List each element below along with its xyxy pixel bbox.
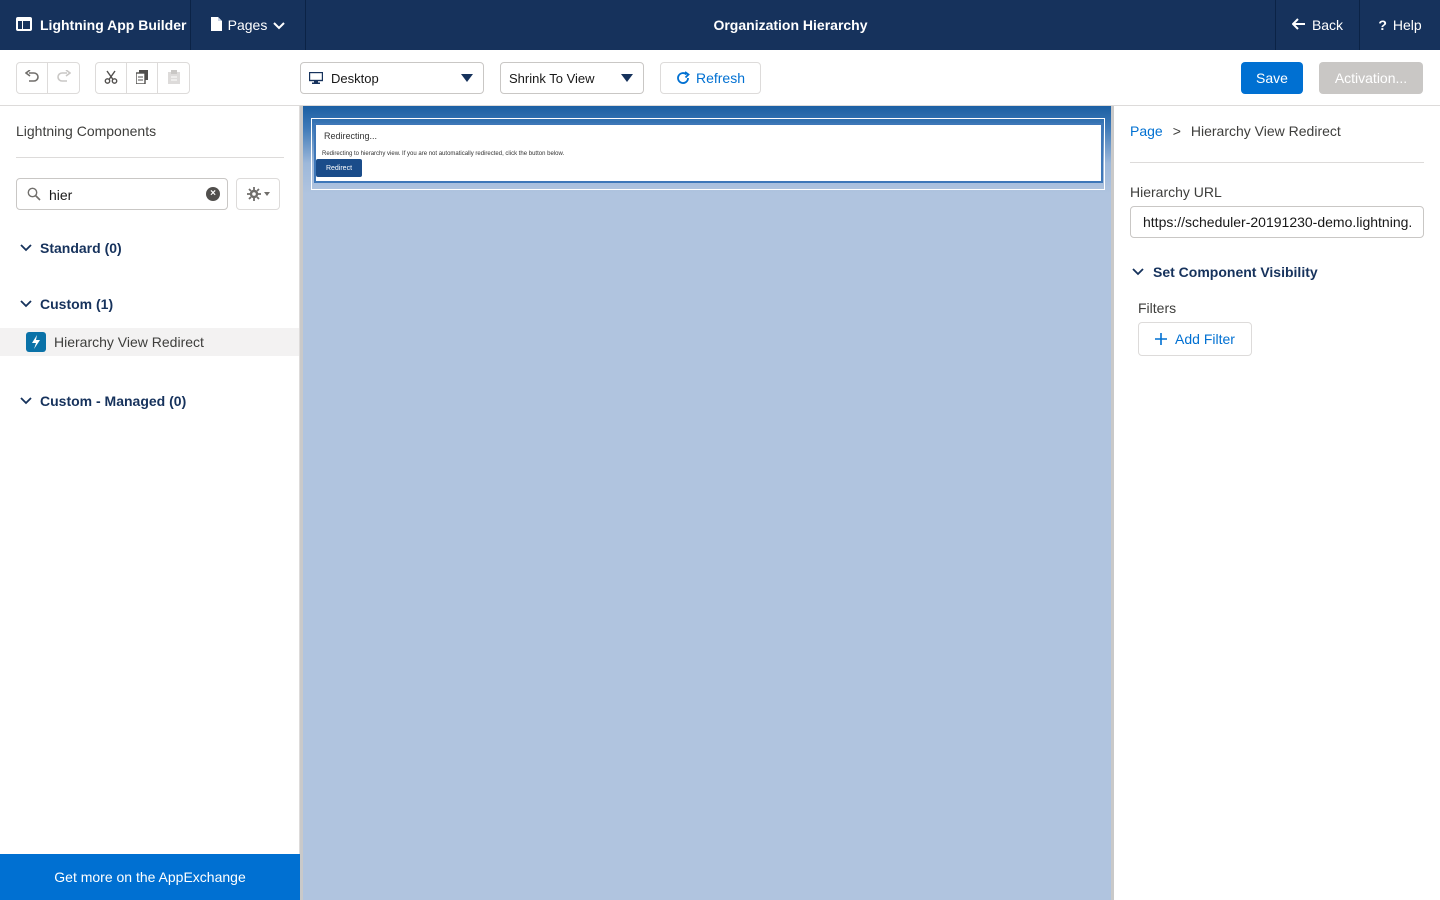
components-panel: Lightning Components hier × Standard (0)…: [0, 106, 300, 900]
page-icon: [210, 16, 222, 34]
canvas-component-hierarchy-redirect[interactable]: Redirecting... Redirecting to hierarchy …: [314, 123, 1103, 183]
hierarchy-url-input[interactable]: [1130, 206, 1424, 238]
desktop-icon: [309, 72, 323, 84]
component-hierarchy-view-redirect[interactable]: Hierarchy View Redirect: [0, 328, 299, 356]
redirect-button[interactable]: Redirect: [316, 159, 362, 177]
builder-toolbar: Desktop Shrink To View Refresh Save Acti…: [0, 50, 1440, 106]
chevron-down-icon: [20, 300, 32, 308]
paste-button[interactable]: [158, 63, 189, 93]
question-icon: ?: [1378, 17, 1387, 33]
search-value: hier: [49, 187, 73, 203]
refresh-icon: [676, 71, 690, 85]
component-settings-button[interactable]: [236, 178, 280, 210]
back-button[interactable]: Back: [1275, 0, 1359, 50]
plus-icon: [1155, 333, 1168, 345]
lightning-bolt-icon: [26, 332, 46, 352]
breadcrumb-page-link[interactable]: Page: [1130, 123, 1163, 139]
copy-button[interactable]: [127, 63, 158, 93]
undo-redo-group: [16, 62, 80, 94]
page-title: Organization Hierarchy: [713, 17, 868, 33]
properties-panel: Page > Hierarchy View Redirect Hierarchy…: [1114, 106, 1440, 900]
breadcrumb-separator: >: [1172, 123, 1181, 139]
undo-button[interactable]: [17, 63, 48, 93]
global-header: Lightning App Builder Pages Organization…: [0, 0, 1440, 50]
view-mode-select[interactable]: Shrink To View: [500, 62, 644, 94]
divider: [1130, 162, 1424, 163]
app-name-label: Lightning App Builder: [40, 17, 187, 33]
copy-icon: [134, 69, 149, 87]
view-mode-value: Shrink To View: [509, 70, 595, 86]
visibility-label: Set Component Visibility: [1153, 264, 1318, 280]
save-button[interactable]: Save: [1241, 62, 1303, 94]
section-custom-label: Custom (1): [40, 296, 114, 312]
clipboard-icon: [167, 69, 180, 87]
app-builder-icon: [16, 16, 32, 34]
section-standard[interactable]: Standard (0): [20, 240, 122, 256]
activation-button[interactable]: Activation...: [1319, 62, 1423, 94]
chevron-down-icon: [20, 244, 32, 252]
component-label: Hierarchy View Redirect: [54, 334, 204, 350]
device-select[interactable]: Desktop: [300, 62, 484, 94]
device-select-value: Desktop: [331, 70, 379, 86]
clear-search-icon[interactable]: ×: [206, 187, 220, 201]
undo-icon: [24, 68, 39, 87]
breadcrumb-current: Hierarchy View Redirect: [1190, 123, 1341, 139]
add-filter-button[interactable]: Add Filter: [1138, 322, 1252, 356]
scissors-icon: [104, 70, 118, 87]
clipboard-group: [95, 62, 190, 94]
refresh-button[interactable]: Refresh: [660, 62, 761, 94]
pages-menu-button[interactable]: Pages: [191, 0, 306, 50]
gear-icon: [246, 187, 261, 201]
refresh-label: Refresh: [695, 70, 746, 86]
component-search-input[interactable]: hier ×: [16, 178, 228, 210]
component-heading: Redirecting...: [324, 131, 378, 141]
help-button[interactable]: ? Help: [1359, 0, 1440, 50]
section-standard-label: Standard (0): [40, 240, 122, 256]
section-custom-managed[interactable]: Custom - Managed (0): [20, 393, 186, 409]
caret-down-icon: [461, 74, 473, 82]
arrow-left-icon: [1291, 17, 1306, 33]
caret-down-icon: [621, 74, 633, 82]
filters-label: Filters: [1138, 300, 1177, 316]
components-panel-title: Lightning Components: [16, 123, 157, 139]
component-visibility-section[interactable]: Set Component Visibility: [1132, 264, 1318, 280]
redo-button[interactable]: [48, 63, 79, 93]
chevron-down-icon: [273, 17, 286, 33]
caret-down-icon: [263, 192, 270, 196]
section-custom[interactable]: Custom (1): [20, 296, 113, 312]
divider: [16, 157, 284, 158]
app-name: Lightning App Builder: [0, 0, 191, 50]
back-label: Back: [1311, 17, 1344, 33]
search-icon: [27, 187, 41, 204]
pages-label: Pages: [227, 17, 268, 33]
help-label: Help: [1392, 17, 1422, 33]
add-filter-label: Add Filter: [1175, 331, 1235, 347]
cut-button[interactable]: [96, 63, 127, 93]
breadcrumb: Page > Hierarchy View Redirect: [1130, 123, 1341, 139]
hierarchy-url-label: Hierarchy URL: [1130, 184, 1222, 200]
component-text: Redirecting to hierarchy view. If you ar…: [322, 151, 565, 157]
appexchange-link[interactable]: Get more on the AppExchange: [0, 854, 300, 900]
section-custom-managed-label: Custom - Managed (0): [40, 393, 187, 409]
chevron-down-icon: [20, 397, 32, 405]
redo-icon: [56, 68, 71, 87]
chevron-down-icon: [1132, 268, 1144, 276]
page-canvas[interactable]: Redirecting... Redirecting to hierarchy …: [300, 106, 1114, 900]
